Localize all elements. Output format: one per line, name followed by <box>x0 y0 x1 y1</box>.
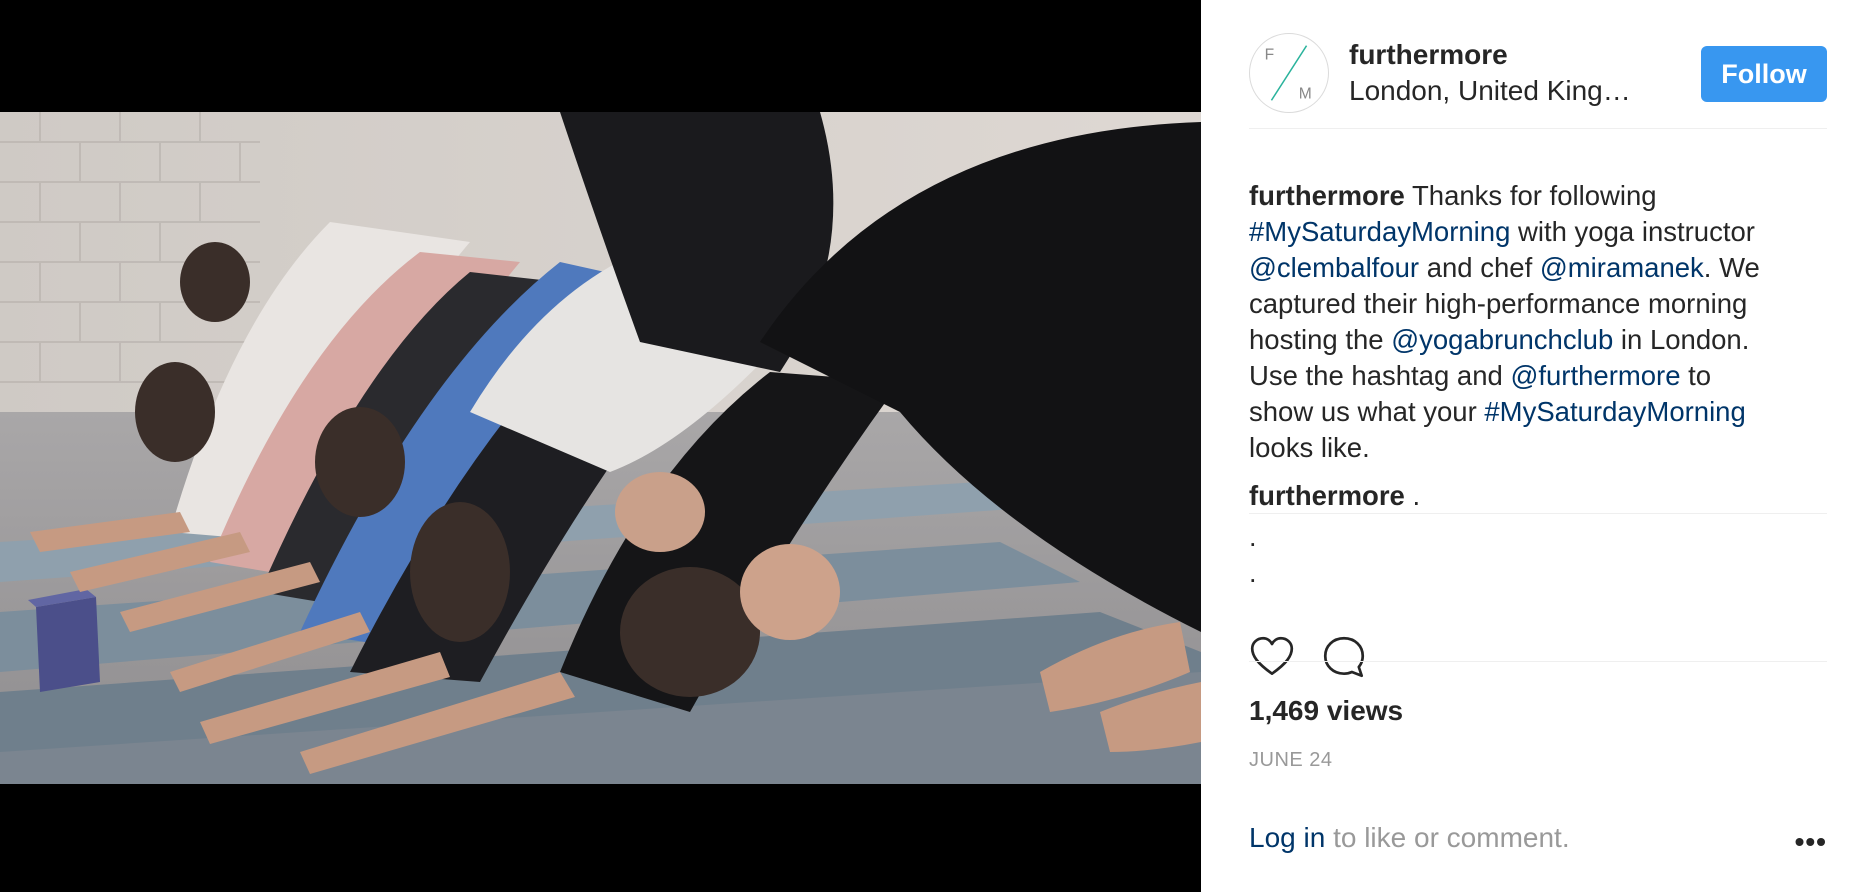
caption-line: furthermore Thanks for following <box>1249 178 1829 214</box>
caption-line: @clembalfour and chef @miramanek. We <box>1249 250 1829 286</box>
mention-link[interactable]: @furthermore <box>1510 360 1680 391</box>
more-options-icon[interactable]: ••• <box>1795 826 1827 858</box>
post-header: F M furthermore London, United King… Fol… <box>1249 33 1827 117</box>
post-caption: furthermore Thanks for following #MySatur… <box>1249 178 1829 466</box>
caption-text: hosting the <box>1249 324 1392 355</box>
post-media[interactable] <box>0 0 1201 892</box>
hashtag-link[interactable]: #MySaturdayMorning <box>1249 216 1510 247</box>
caption-text: show us what your <box>1249 396 1485 427</box>
comment-text: . <box>1404 480 1421 511</box>
caption-text: to <box>1680 360 1712 391</box>
login-link[interactable]: Log in <box>1249 822 1325 853</box>
login-suffix: to like or comment. <box>1325 822 1570 853</box>
mention-link[interactable]: @miramanek <box>1540 252 1704 283</box>
comment-username-link[interactable]: furthermore <box>1249 480 1405 511</box>
header-username-link[interactable]: furthermore <box>1349 39 1508 71</box>
login-prompt: Log in to like or comment. <box>1249 822 1570 854</box>
hashtag-link[interactable]: #MySaturdayMorning <box>1484 396 1745 427</box>
caption-line: #MySaturdayMorning with yoga instructor <box>1249 214 1829 250</box>
post-date[interactable]: JUNE 24 <box>1249 749 1333 772</box>
follow-button[interactable]: Follow <box>1701 46 1827 102</box>
caption-text: Thanks for following <box>1404 180 1657 211</box>
caption-text: and chef <box>1419 252 1540 283</box>
caption-line: Use the hashtag and @furthermore to <box>1249 358 1829 394</box>
comment-dots: . . <box>1249 519 1257 591</box>
comment-dot-line: . <box>1249 558 1257 588</box>
divider <box>1249 513 1827 514</box>
caption-line: hosting the @yogabrunchclub in London. <box>1249 322 1829 358</box>
heart-outline-icon[interactable] <box>1247 632 1297 682</box>
caption-text: in London. <box>1613 324 1750 355</box>
caption-line: show us what your #MySaturdayMorning <box>1249 394 1829 430</box>
view-count[interactable]: 1,469 views <box>1249 695 1403 727</box>
video-frame[interactable] <box>0 112 1201 784</box>
comment-dot-line: . <box>1249 522 1257 552</box>
divider <box>1249 661 1827 662</box>
video-still-yoga-class <box>0 112 1201 784</box>
caption-text: with yoga instructor <box>1510 216 1755 247</box>
caption-text: . We <box>1703 252 1760 283</box>
caption-line: looks like. <box>1249 430 1829 466</box>
comment: furthermore . <box>1249 478 1420 514</box>
divider <box>1249 128 1827 129</box>
caption-text: looks like. <box>1249 432 1370 463</box>
action-bar <box>1247 632 1369 682</box>
mention-link[interactable]: @clembalfour <box>1249 252 1419 283</box>
furthermore-logo-icon: F M <box>1265 45 1312 102</box>
mention-link[interactable]: @yogabrunchclub <box>1391 324 1613 355</box>
avatar[interactable]: F M <box>1249 33 1329 113</box>
avatar-letter-bottom: M <box>1299 85 1312 102</box>
avatar-letter-top: F <box>1265 46 1275 63</box>
caption-text: Use the hashtag and <box>1249 360 1511 391</box>
location-link[interactable]: London, United King… <box>1349 75 1631 107</box>
caption-username-link[interactable]: furthermore <box>1249 180 1405 211</box>
caption-text: captured their high-performance morning <box>1249 288 1748 319</box>
post-sidebar: F M furthermore London, United King… Fol… <box>1201 0 1865 892</box>
caption-line: captured their high-performance morning <box>1249 286 1829 322</box>
speech-bubble-icon[interactable] <box>1319 632 1369 682</box>
